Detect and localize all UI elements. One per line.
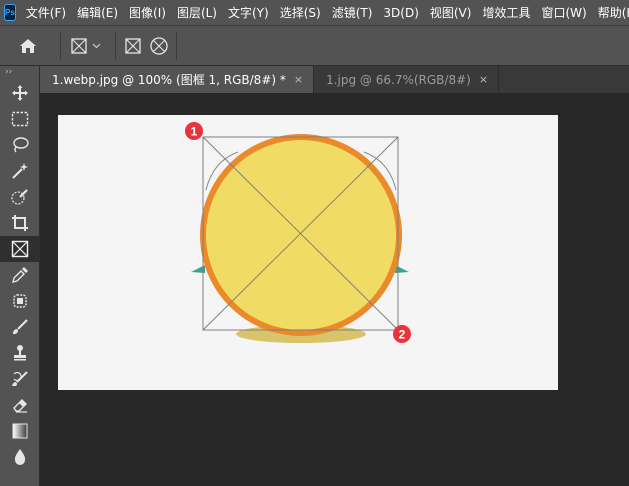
brush-tool[interactable] <box>0 314 40 340</box>
magic-wand-icon <box>12 163 28 179</box>
close-icon[interactable]: × <box>294 73 303 86</box>
canvas-artwork <box>191 134 409 343</box>
frame-icon <box>11 240 29 258</box>
options-bar <box>0 25 629 66</box>
eraser-tool[interactable] <box>0 392 40 418</box>
menu-edit[interactable]: 编辑(E) <box>77 4 118 21</box>
crop-tool[interactable] <box>0 210 40 236</box>
marquee-icon <box>11 111 29 127</box>
menu-filter[interactable]: 滤镜(T) <box>332 4 373 21</box>
brush-icon <box>13 319 28 335</box>
document-tabs: 1.webp.jpg @ 100% (图框 1, RGB/8#) * × 1.j… <box>40 66 629 93</box>
menu-help[interactable]: 帮助(H) <box>598 4 629 21</box>
history-brush-icon <box>12 371 28 386</box>
rectangle-frame-button[interactable] <box>120 26 146 66</box>
menu-plugins[interactable]: 增效工具 <box>482 4 530 21</box>
healing-brush-icon <box>13 294 27 308</box>
gradient-tool[interactable] <box>0 418 40 444</box>
gradient-icon <box>12 423 28 439</box>
marquee-tool[interactable] <box>0 106 40 132</box>
ellipse-frame-button[interactable] <box>146 26 172 66</box>
tab-document-1[interactable]: 1.webp.jpg @ 100% (图框 1, RGB/8#) * × <box>40 66 315 93</box>
magic-wand-tool[interactable] <box>0 158 40 184</box>
menu-window[interactable]: 窗口(W) <box>541 4 586 21</box>
crop-icon <box>12 215 28 231</box>
move-icon <box>12 85 28 101</box>
rectangle-frame-icon <box>71 37 101 54</box>
tool-preset-picker[interactable] <box>65 26 111 66</box>
menu-layer[interactable]: 图层(L) <box>177 4 217 21</box>
home-icon <box>20 38 36 53</box>
home-button[interactable] <box>0 26 56 66</box>
frame-tool[interactable] <box>0 236 40 262</box>
close-icon[interactable]: × <box>479 73 488 86</box>
tab-label: 1.webp.jpg @ 100% (图框 1, RGB/8#) * <box>52 73 286 87</box>
eyedropper-tool[interactable] <box>0 262 40 288</box>
photoshop-logo[interactable]: Ps <box>4 4 16 21</box>
menu-type[interactable]: 文字(Y) <box>228 4 269 21</box>
menu-file[interactable]: 文件(F) <box>26 4 66 21</box>
blur-icon <box>14 449 26 465</box>
healing-brush-tool[interactable] <box>0 288 40 314</box>
eraser-icon <box>13 399 27 413</box>
menu-view[interactable]: 视图(V) <box>430 4 472 21</box>
menu-bar: Ps 文件(F) 编辑(E) 图像(I) 图层(L) 文字(Y) 选择(S) 滤… <box>0 0 629 25</box>
rectangle-frame-icon <box>125 37 141 54</box>
right-wing <box>395 265 409 273</box>
quick-selection-tool[interactable] <box>0 184 40 210</box>
eyedropper-icon <box>12 267 28 283</box>
tab-label: 1.jpg @ 66.7%(RGB/8#) <box>326 72 471 87</box>
move-tool[interactable] <box>0 80 40 106</box>
document-canvas[interactable] <box>58 115 558 390</box>
options-divider <box>60 31 61 60</box>
tools-panel: ›› <box>0 66 40 486</box>
quick-selection-icon <box>11 189 28 205</box>
clone-stamp-tool[interactable] <box>0 340 40 366</box>
menu-3d[interactable]: 3D(D) <box>383 6 418 20</box>
panel-grip[interactable]: ›› <box>0 66 39 80</box>
history-brush-tool[interactable] <box>0 366 40 392</box>
ellipse-frame-icon <box>150 36 168 55</box>
lasso-icon <box>13 137 29 153</box>
blur-tool[interactable] <box>0 444 40 470</box>
clone-stamp-icon <box>14 345 26 361</box>
options-divider <box>115 31 116 60</box>
options-divider <box>176 31 177 60</box>
tab-document-2[interactable]: 1.jpg @ 66.7%(RGB/8#) × <box>314 66 500 93</box>
menu-select[interactable]: 选择(S) <box>280 4 321 21</box>
menu-image[interactable]: 图像(I) <box>129 4 166 21</box>
lasso-tool[interactable] <box>0 132 40 158</box>
